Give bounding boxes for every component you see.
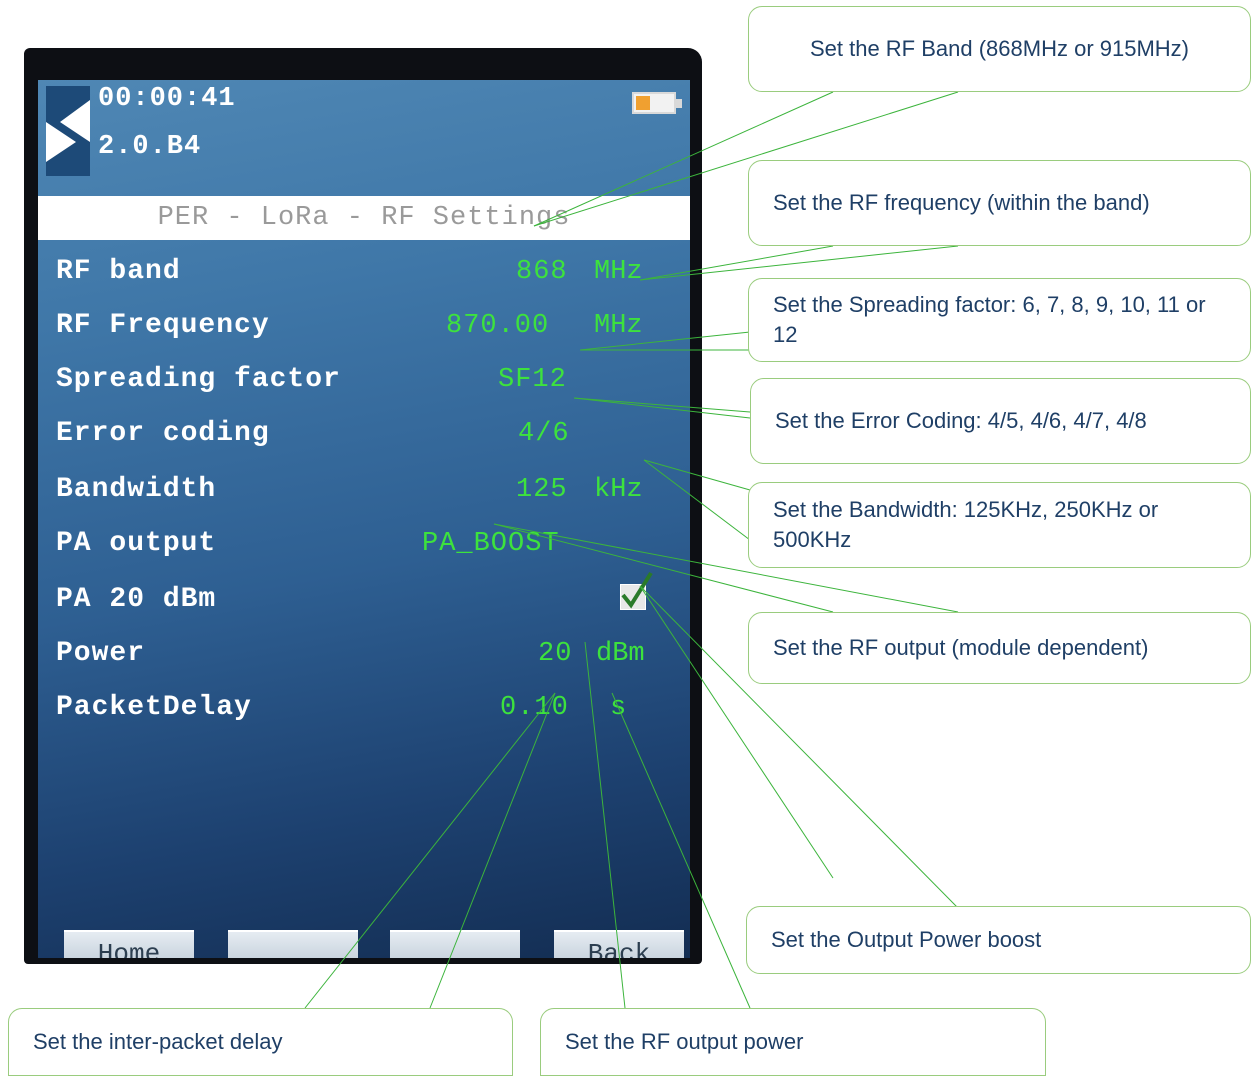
setting-row-spreading-factor[interactable]: Spreading factor SF12 bbox=[38, 360, 690, 400]
clock-display: 00:00:41 bbox=[98, 84, 236, 114]
setting-value[interactable]: 870.00 bbox=[446, 306, 549, 346]
setting-value[interactable]: 868 bbox=[516, 252, 568, 292]
setting-unit: dBm bbox=[596, 639, 645, 669]
setting-row-rf-band[interactable]: RF band 868 MHz bbox=[38, 252, 690, 292]
softkey-2-button[interactable] bbox=[228, 930, 358, 958]
setting-value[interactable]: PA_BOOST bbox=[422, 524, 560, 564]
battery-icon bbox=[632, 92, 682, 114]
screen-title: PER - LoRa - RF Settings bbox=[38, 196, 690, 240]
setting-label: Bandwidth bbox=[56, 474, 217, 505]
callout-rf-frequency: Set the RF frequency (within the band) bbox=[748, 160, 1251, 246]
setting-label: Error coding bbox=[56, 418, 270, 449]
checkmark-icon bbox=[621, 571, 653, 609]
setting-unit: kHz bbox=[594, 475, 643, 505]
logo-icon bbox=[46, 86, 90, 176]
device-frame: 00:00:41 2.0.B4 PER - LoRa - RF Settings… bbox=[24, 48, 702, 964]
callout-text: Set the Output Power boost bbox=[771, 927, 1042, 952]
softkey-3-button[interactable] bbox=[390, 930, 520, 958]
callout-text: Set the inter-packet delay bbox=[33, 1029, 283, 1054]
setting-label: PA output bbox=[56, 528, 217, 559]
callout-rf-band: Set the RF Band (868MHz or 915MHz) bbox=[748, 6, 1251, 92]
setting-label: RF band bbox=[56, 256, 181, 287]
setting-value[interactable]: 4/6 bbox=[518, 414, 570, 454]
setting-label: PacketDelay bbox=[56, 692, 252, 723]
callout-text: Set the Bandwidth: 125KHz, 250KHz or 500… bbox=[773, 497, 1159, 552]
setting-value[interactable]: 125 bbox=[516, 470, 568, 510]
callout-error-coding: Set the Error Coding: 4/5, 4/6, 4/7, 4/8 bbox=[750, 378, 1251, 464]
callout-output-power: Set the RF output power bbox=[540, 1008, 1046, 1076]
setting-value[interactable]: 0.10 bbox=[500, 688, 569, 728]
setting-unit: MHz bbox=[594, 311, 643, 341]
callout-packet-delay: Set the inter-packet delay bbox=[8, 1008, 513, 1076]
back-button[interactable]: Back bbox=[554, 930, 684, 958]
callout-text: Set the RF frequency (within the band) bbox=[773, 190, 1150, 215]
setting-label: Spreading factor bbox=[56, 364, 341, 395]
callout-text: Set the RF Band (868MHz or 915MHz) bbox=[809, 36, 1190, 61]
setting-unit: MHz bbox=[594, 257, 643, 287]
setting-label: Power bbox=[56, 638, 146, 669]
callout-text: Set the Spreading factor: 6, 7, 8, 9, 10… bbox=[773, 292, 1206, 347]
setting-row-power[interactable]: Power 20 dBm bbox=[38, 634, 690, 674]
callout-rf-output: Set the RF output (module dependent) bbox=[748, 612, 1251, 684]
pa-20dbm-checkbox[interactable] bbox=[620, 571, 653, 610]
setting-row-bandwidth[interactable]: Bandwidth 125 kHz bbox=[38, 470, 690, 510]
setting-row-pa-20dbm[interactable]: PA 20 dBm bbox=[38, 571, 690, 620]
setting-value[interactable]: 20 bbox=[538, 634, 572, 674]
setting-unit: s bbox=[610, 693, 627, 723]
setting-row-pa-output[interactable]: PA output PA_BOOST bbox=[38, 524, 690, 564]
setting-label: RF Frequency bbox=[56, 310, 270, 341]
callout-power-boost: Set the Output Power boost bbox=[746, 906, 1251, 974]
callout-bandwidth: Set the Bandwidth: 125KHz, 250KHz or 500… bbox=[748, 482, 1251, 568]
home-button[interactable]: Home bbox=[64, 930, 194, 958]
device-screen: 00:00:41 2.0.B4 PER - LoRa - RF Settings… bbox=[38, 80, 690, 958]
firmware-version: 2.0.B4 bbox=[98, 132, 202, 162]
setting-row-rf-frequency[interactable]: RF Frequency 870.00 MHz bbox=[38, 306, 690, 346]
callout-text: Set the Error Coding: 4/5, 4/6, 4/7, 4/8 bbox=[775, 408, 1147, 433]
setting-value[interactable]: SF12 bbox=[498, 360, 567, 400]
setting-row-error-coding[interactable]: Error coding 4/6 bbox=[38, 414, 690, 454]
callout-text: Set the RF output power bbox=[565, 1029, 804, 1054]
callout-spreading-factor: Set the Spreading factor: 6, 7, 8, 9, 10… bbox=[748, 278, 1251, 362]
callout-text: Set the RF output (module dependent) bbox=[773, 635, 1149, 660]
setting-row-packet-delay[interactable]: PacketDelay 0.10 s bbox=[38, 688, 690, 728]
setting-label: PA 20 dBm bbox=[56, 584, 217, 615]
